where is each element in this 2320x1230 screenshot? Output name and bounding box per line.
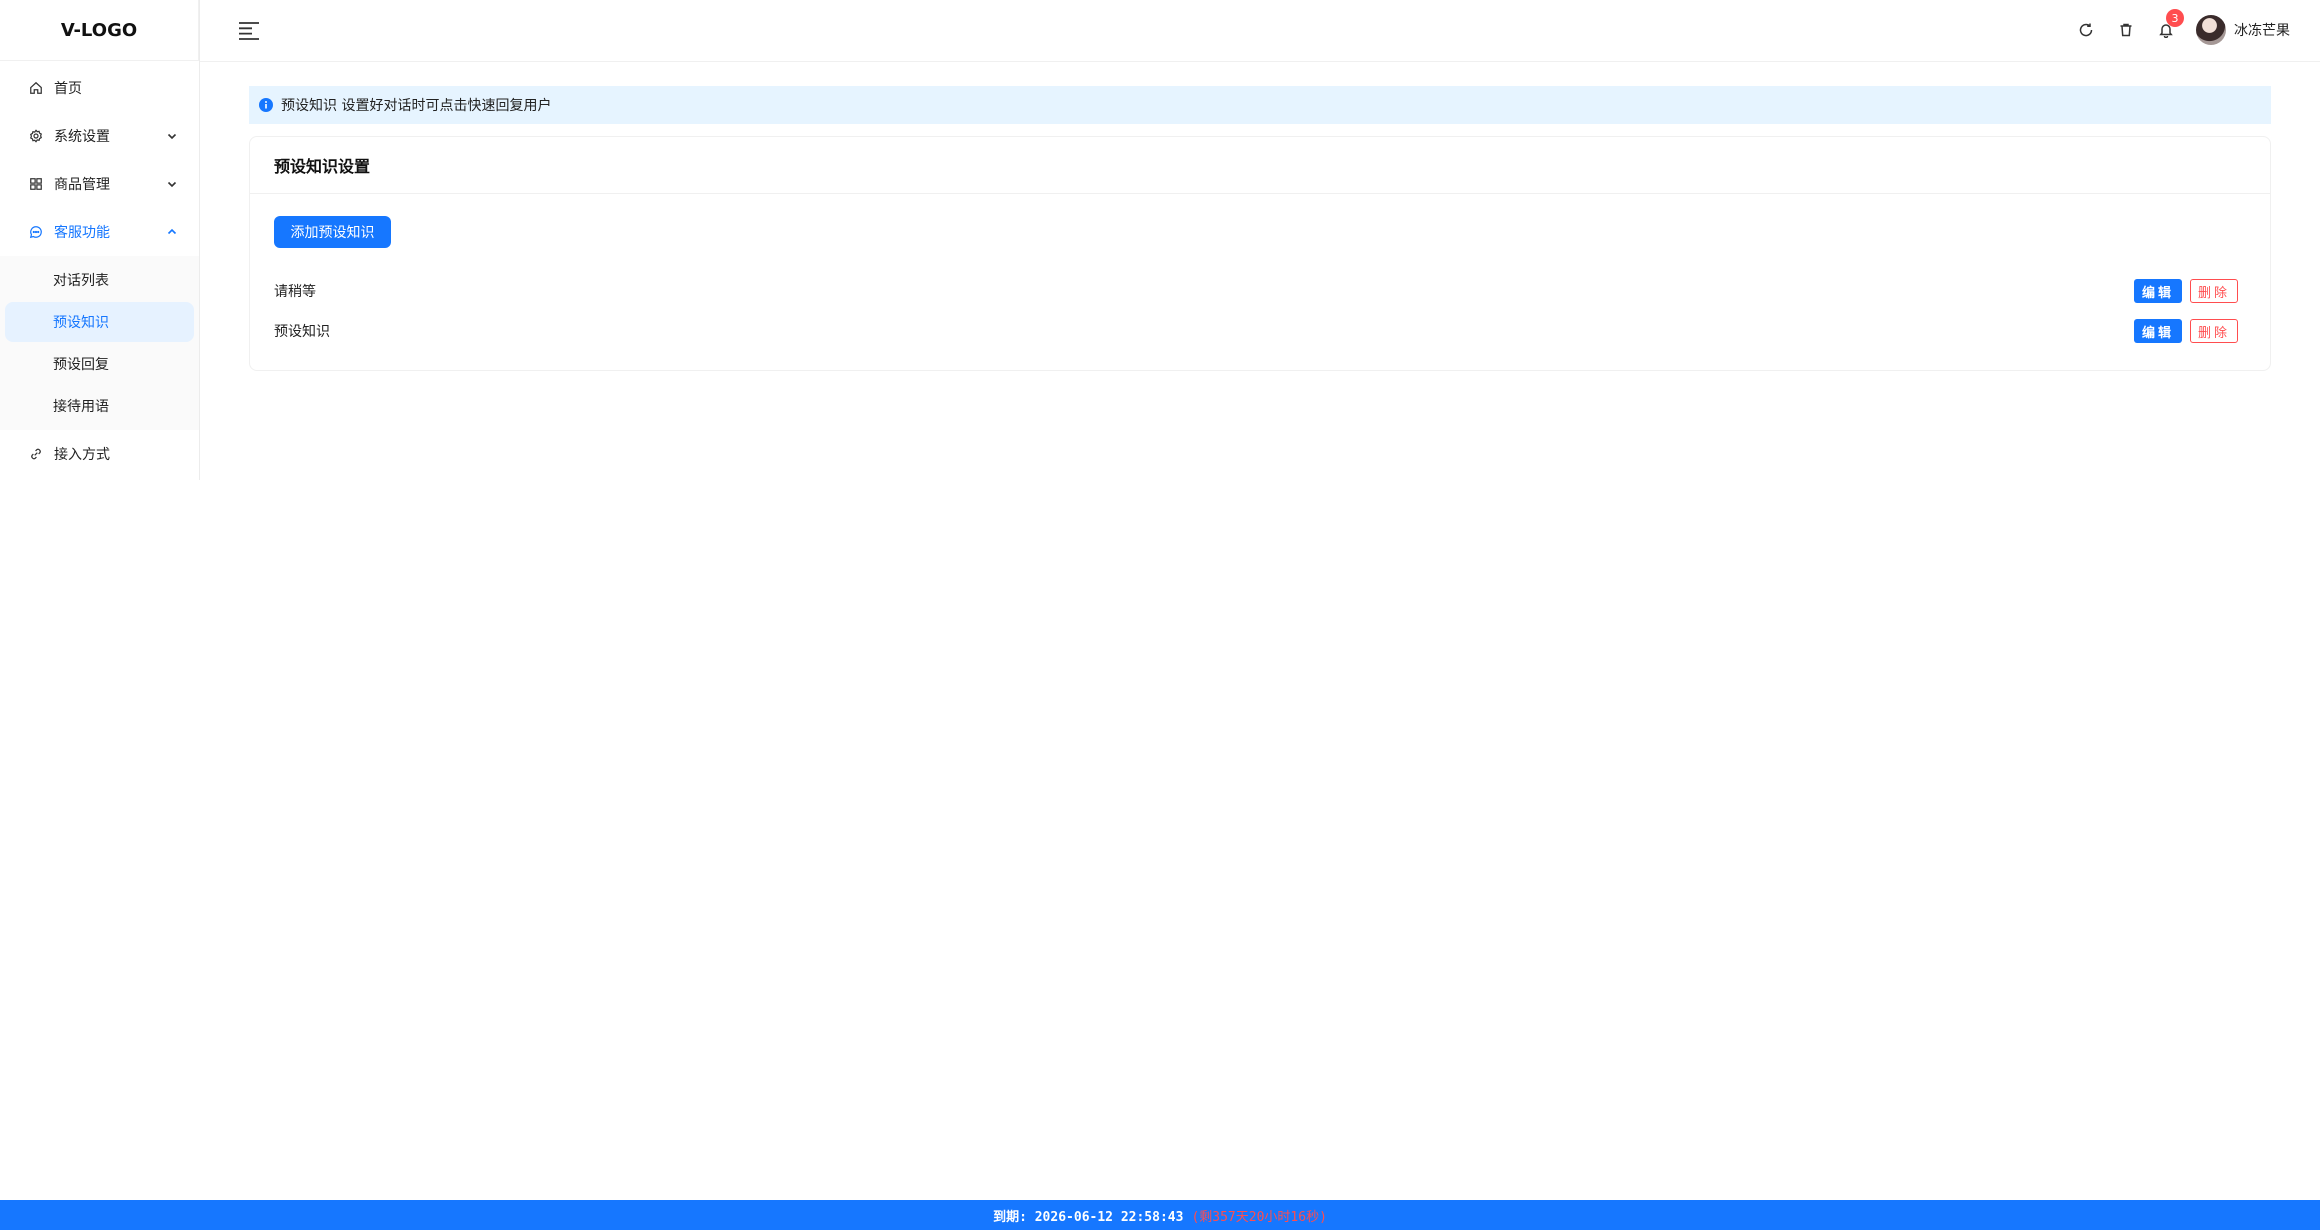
info-alert: 预设知识 设置好对话时可点击快速回复用户 <box>249 86 2271 124</box>
sidebar-item-home[interactable]: 首页 <box>0 64 199 112</box>
expiry-footer: 到期: 2026-06-12 22:58:43 (剩357天20小时16秒) <box>0 1200 2320 1230</box>
sidebar-subitem-greeting[interactable]: 接待用语 <box>5 386 194 426</box>
remaining-time: (剩357天20小时16秒) <box>1191 1209 1327 1225</box>
chevron-down-icon <box>165 129 179 143</box>
sidebar-item-label: 接入方式 <box>54 447 110 463</box>
chevron-down-icon <box>165 177 179 191</box>
refresh-icon[interactable] <box>2066 14 2106 46</box>
user-menu[interactable]: 冰冻芒果 <box>2196 15 2290 45</box>
link-icon <box>28 446 44 462</box>
sidebar-item-system-settings[interactable]: 系统设置 <box>0 112 199 160</box>
alert-text: 预设知识 设置好对话时可点击快速回复用户 <box>281 98 552 114</box>
sidebar-item-label: 商品管理 <box>54 177 110 193</box>
chevron-up-icon <box>165 225 179 239</box>
top-header: 3 冰冻芒果 <box>200 0 2320 62</box>
sidebar-item-label: 客服功能 <box>54 225 110 241</box>
gear-icon <box>28 128 44 144</box>
sidebar: V-LOGO 首页 系统设置 商品管理 客服功能 对话列表 预设知识 预设回复 … <box>0 0 200 480</box>
username: 冰冻芒果 <box>2234 23 2290 39</box>
header-actions: 3 冰冻芒果 <box>2066 9 2290 46</box>
list-item-text: 预设知识 <box>274 324 330 340</box>
sidebar-item-access-method[interactable]: 接入方式 <box>0 430 199 478</box>
notification-bell-icon[interactable]: 3 <box>2146 9 2186 46</box>
sidebar-subitem-preset-knowledge[interactable]: 预设知识 <box>5 302 194 342</box>
card-title: 预设知识设置 <box>250 137 2270 194</box>
delete-button[interactable]: 删除 <box>2190 319 2238 343</box>
menu-fold-icon[interactable] <box>238 21 260 41</box>
delete-button[interactable]: 删除 <box>2190 279 2238 303</box>
avatar <box>2196 15 2226 45</box>
sidebar-item-product-management[interactable]: 商品管理 <box>0 160 199 208</box>
list-item: 请稍等 编辑 删除 <box>274 279 2238 303</box>
customer-service-submenu: 对话列表 预设知识 预设回复 接待用语 <box>0 256 199 430</box>
list-item-text: 请稍等 <box>274 284 316 300</box>
list-item: 预设知识 编辑 删除 <box>274 319 2238 343</box>
sidebar-item-label: 首页 <box>54 81 82 97</box>
add-preset-knowledge-button[interactable]: 添加预设知识 <box>274 216 391 248</box>
trash-icon[interactable] <box>2106 14 2146 46</box>
preset-knowledge-card: 预设知识设置 添加预设知识 请稍等 编辑 删除 预设知识 编辑 删除 <box>249 136 2271 371</box>
sidebar-item-label: 系统设置 <box>54 129 110 145</box>
expiry-date: 到期: 2026-06-12 22:58:43 <box>993 1209 1184 1225</box>
sidebar-item-customer-service[interactable]: 客服功能 <box>0 208 199 256</box>
notification-badge: 3 <box>2166 9 2184 27</box>
grid-icon <box>28 176 44 192</box>
edit-button[interactable]: 编辑 <box>2134 279 2182 303</box>
sidebar-subitem-preset-reply[interactable]: 预设回复 <box>5 344 194 384</box>
sidebar-subitem-conversation-list[interactable]: 对话列表 <box>5 260 194 300</box>
info-circle-icon <box>259 98 273 112</box>
home-icon <box>28 80 44 96</box>
sidebar-menu: 首页 系统设置 商品管理 客服功能 对话列表 预设知识 预设回复 接待用语 接入… <box>0 61 199 478</box>
edit-button[interactable]: 编辑 <box>2134 319 2182 343</box>
app-logo[interactable]: V-LOGO <box>0 0 199 61</box>
chat-icon <box>28 224 44 240</box>
